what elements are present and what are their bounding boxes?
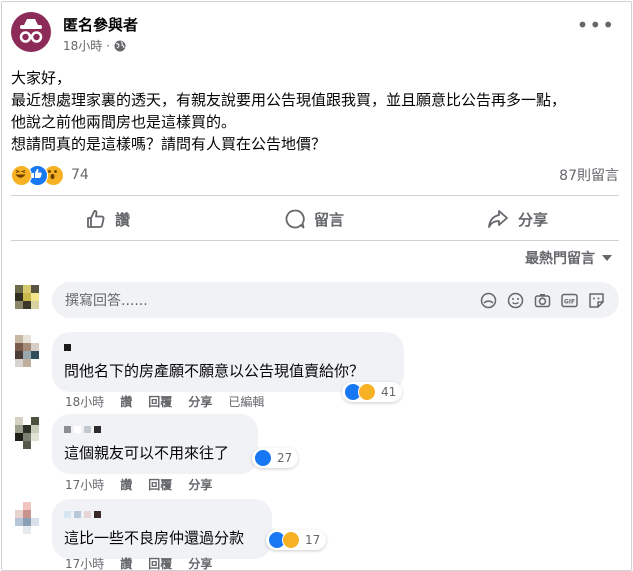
comment-reply-button[interactable]: 回覆	[148, 476, 172, 493]
reaction-summary[interactable]: 74	[11, 164, 89, 186]
comment-share-button[interactable]: 分享	[188, 393, 212, 410]
like-button[interactable]: 讚	[85, 205, 130, 233]
like-label: 讚	[115, 210, 131, 229]
comment-meta: 17小時 讚 回覆 分享	[65, 555, 212, 570]
post-body: 大家好， 最近想處理家裏的透天，有親友說要用公告現值跟我買，並且願意比公告再多一…	[11, 67, 621, 155]
post-line: 大家好，	[11, 69, 72, 87]
laugh-reaction-icon	[358, 383, 376, 401]
share-label: 分享	[518, 210, 549, 229]
sort-label: 最熱門留言	[525, 251, 595, 267]
gif-icon[interactable]: GIF	[561, 292, 578, 309]
comment-text: 問他名下的房產願不願意以公告現值賣給你？	[64, 362, 365, 380]
comment-button[interactable]: 留言	[284, 205, 344, 233]
commenter-name[interactable]	[64, 340, 392, 354]
laugh-reaction-icon	[282, 531, 300, 549]
anonymous-avatar[interactable]	[11, 12, 51, 52]
avatar-sticker-icon[interactable]	[480, 292, 497, 309]
post-time[interactable]: 18小時	[63, 37, 102, 54]
comment-icon	[285, 209, 305, 229]
emoji-icon[interactable]	[507, 292, 524, 309]
comment-reply-button[interactable]: 回覆	[148, 393, 172, 410]
comment-like-button[interactable]: 讚	[120, 555, 132, 570]
comment-share-button[interactable]: 分享	[188, 476, 212, 493]
commenter-avatar[interactable]	[11, 502, 43, 534]
my-avatar	[11, 283, 43, 315]
comment-bubble: 這比一些不良房仲還過分款	[52, 499, 272, 559]
commenter-avatar[interactable]	[11, 417, 43, 449]
comment-time[interactable]: 17小時	[65, 476, 104, 493]
edited-label: 已編輯	[228, 395, 265, 409]
post-meta: 18小時 ·	[63, 37, 126, 54]
like-reaction-icon	[254, 449, 272, 467]
comment-bubble: 這個親友可以不用來往了	[52, 414, 258, 474]
comment-share-button[interactable]: 分享	[188, 555, 212, 570]
comment-input[interactable]: 撰寫回答...... GIF	[52, 282, 619, 318]
comment-reaction-count: 41	[381, 385, 397, 399]
comment-reactions[interactable]: 17	[266, 530, 327, 550]
comment-reactions[interactable]: 41	[342, 382, 403, 402]
incognito-icon	[19, 19, 43, 43]
comment-reply-button[interactable]: 回覆	[148, 555, 172, 570]
comment-count[interactable]: 87則留言	[559, 165, 619, 185]
divider	[11, 195, 619, 196]
divider	[11, 240, 619, 241]
more-options-icon[interactable]: •••	[577, 15, 615, 35]
post-line: 最近想處理家裏的透天，有親友說要用公告現值跟我買，並且願意比公告再多一點，	[11, 91, 567, 109]
share-icon	[488, 210, 508, 228]
comment-label: 留言	[314, 210, 345, 229]
like-icon	[87, 210, 105, 228]
comment-time[interactable]: 17小時	[65, 555, 104, 570]
reaction-count: 74	[71, 167, 89, 183]
post-card: 匿名參與者 18小時 · ••• 大家好， 最近想處理家裏的透天，有親友說要用公…	[1, 1, 632, 571]
comment-text: 這比一些不良房仲還過分款	[64, 529, 245, 547]
comment-like-button[interactable]: 讚	[120, 393, 132, 410]
comment-text: 這個親友可以不用來往了	[64, 444, 230, 462]
commenter-avatar[interactable]	[11, 335, 43, 367]
share-button[interactable]: 分享	[486, 205, 548, 233]
comment-meta: 18小時 讚 回覆 分享 已編輯	[65, 393, 264, 410]
comment-like-button[interactable]: 讚	[120, 476, 132, 493]
comment-meta: 17小時 讚 回覆 分享	[65, 476, 212, 493]
sticker-icon[interactable]	[588, 292, 605, 309]
post-line: 想請問真的是這樣嗎？請問有人買在公告地價？	[11, 135, 327, 153]
post-author[interactable]: 匿名參與者	[63, 14, 138, 35]
commenter-name[interactable]	[64, 422, 246, 436]
comment-time[interactable]: 18小時	[65, 393, 104, 410]
svg-text:GIF: GIF	[564, 298, 575, 305]
caret-down-icon	[602, 255, 612, 261]
camera-icon[interactable]	[534, 292, 551, 309]
laugh-reaction-icon	[11, 164, 32, 186]
comment-reaction-count: 17	[305, 533, 321, 547]
comment-sort-dropdown[interactable]: 最熱門留言	[525, 248, 613, 268]
comment-reactions[interactable]: 27	[252, 448, 299, 468]
comment-reaction-count: 27	[277, 451, 293, 465]
globe-icon	[114, 40, 126, 51]
comment-input-placeholder: 撰寫回答......	[65, 293, 148, 309]
comment-tools: GIF	[480, 292, 605, 309]
post-line: 他說之前他兩間房也是這樣買的。	[11, 113, 237, 131]
commenter-name[interactable]	[64, 507, 260, 521]
